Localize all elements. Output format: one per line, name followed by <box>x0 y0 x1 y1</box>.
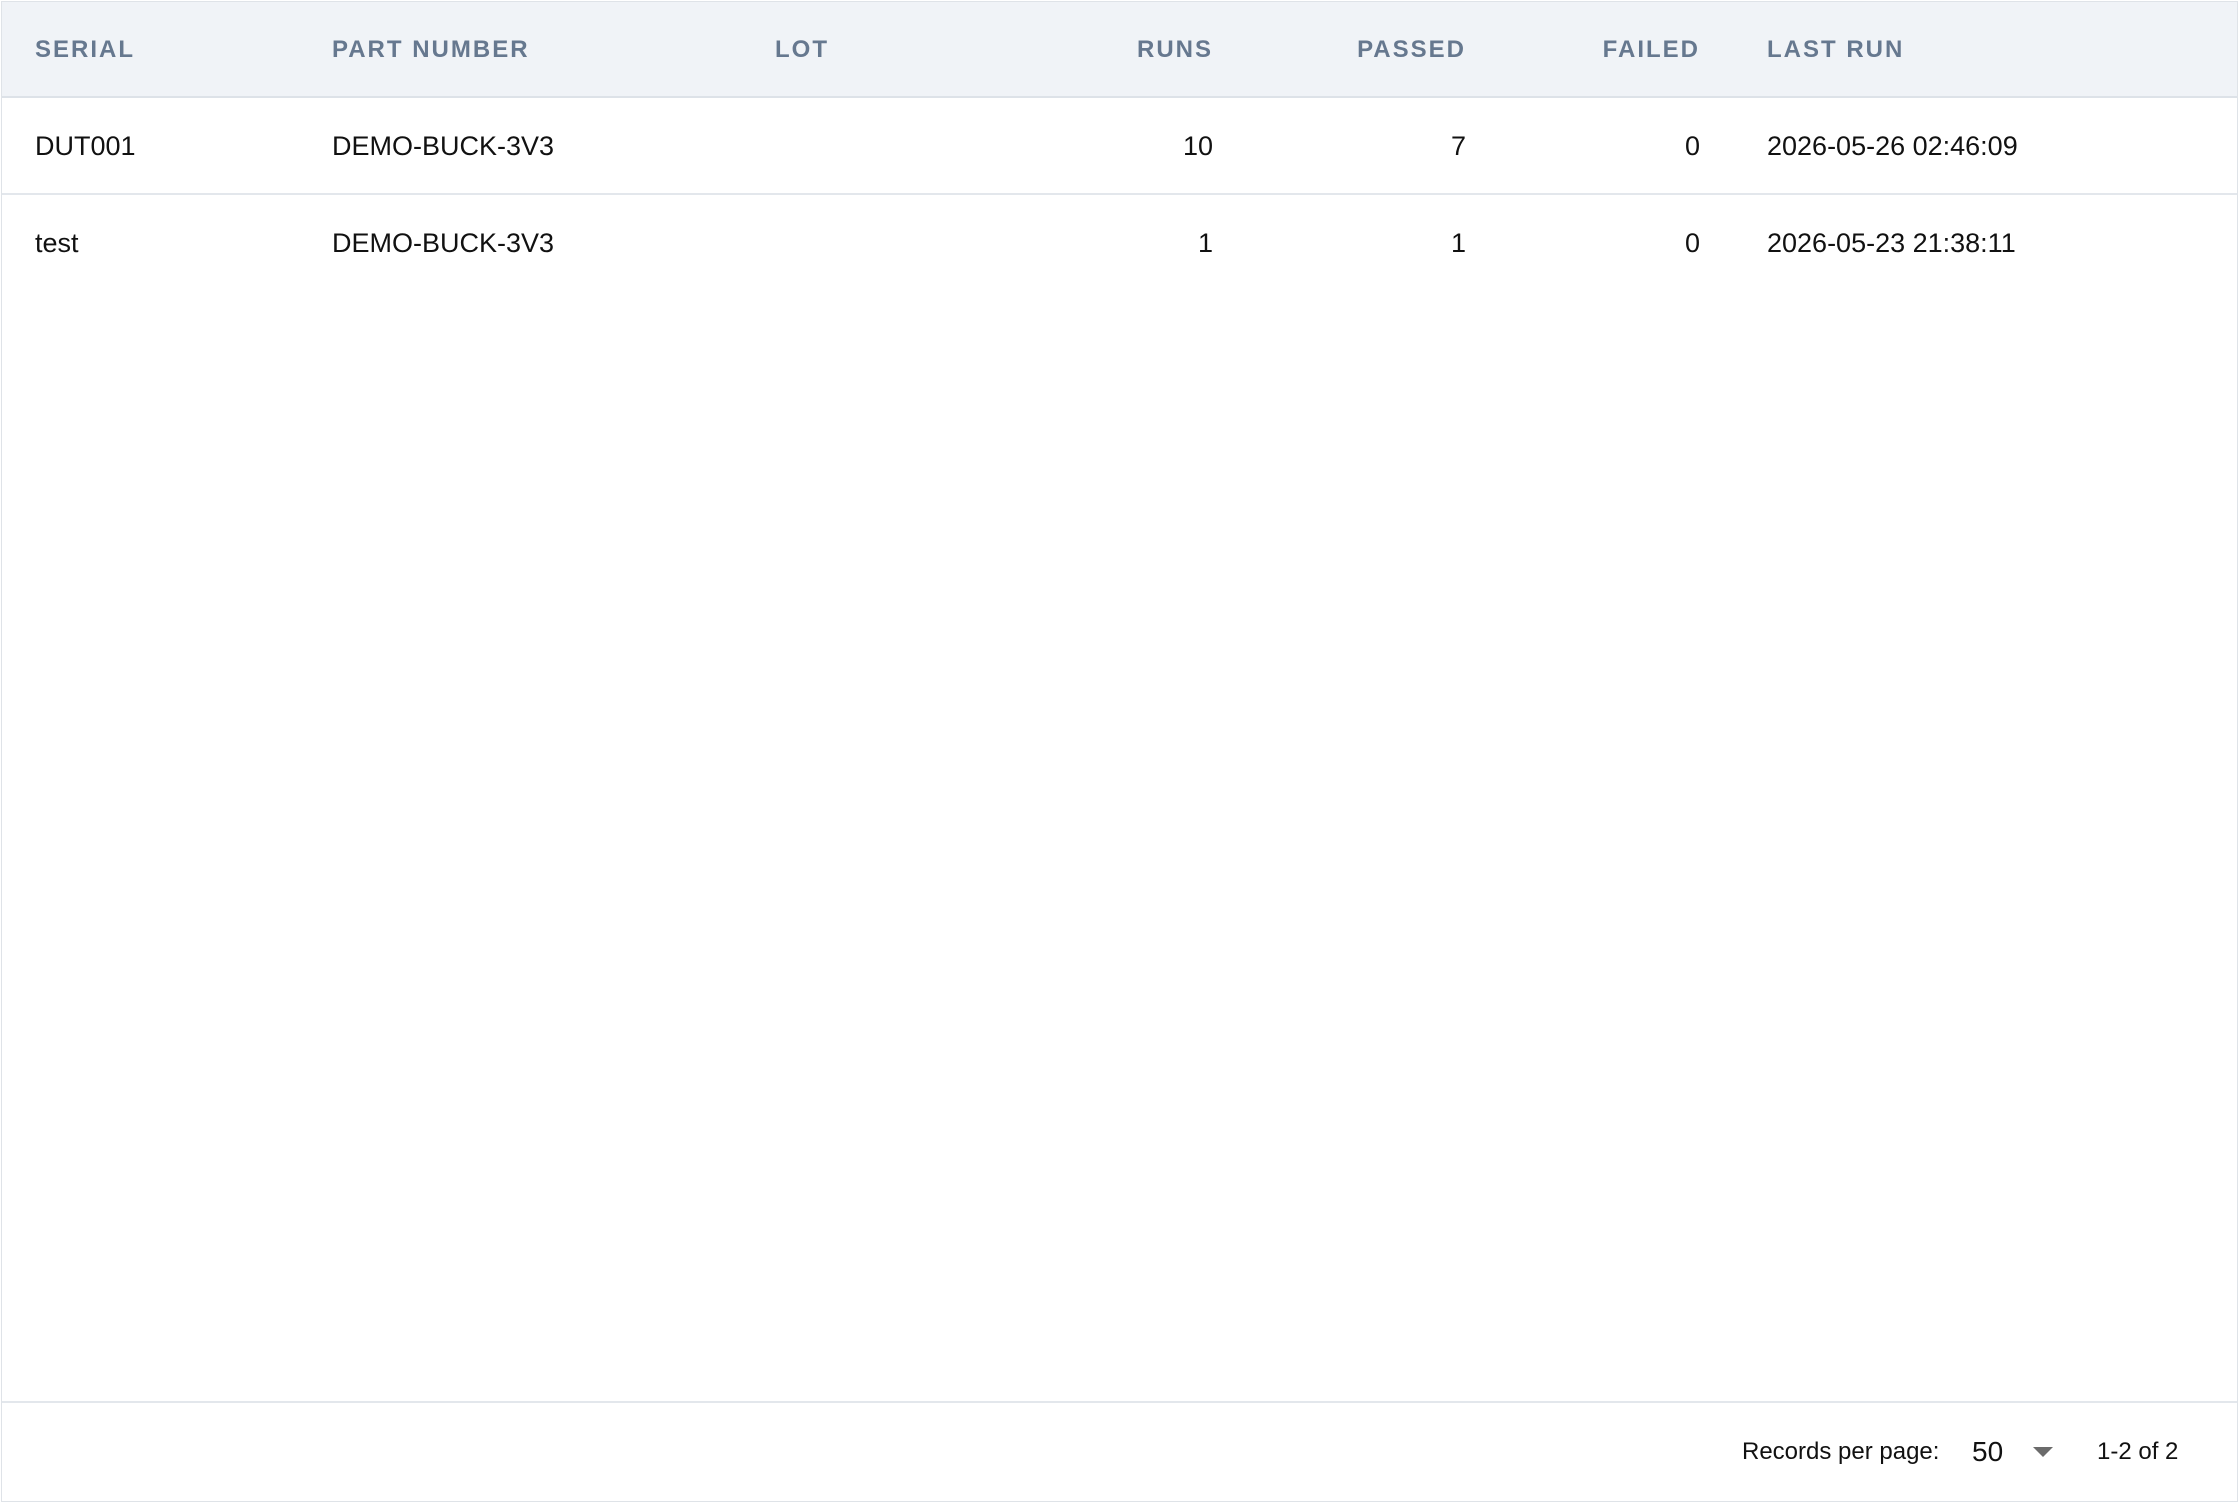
cell-serial: test <box>35 228 79 258</box>
records-per-page-value: 50 <box>1972 1436 2004 1467</box>
table-row[interactable]: DUT001 DEMO-BUCK-3V3 10 7 0 2026-05-26 0… <box>2 98 2237 195</box>
chevron-down-icon[interactable] <box>2033 1447 2053 1457</box>
column-header-serial[interactable]: SERIAL <box>35 2 135 98</box>
cell-part-number: DEMO-BUCK-3V3 <box>332 131 555 161</box>
table-footer: Records per page: 50 1-2 of 2 <box>2 1401 2237 1501</box>
cell-failed: 0 <box>1684 131 1700 161</box>
column-header-failed[interactable]: FAILED <box>1603 2 1700 98</box>
cell-passed: 1 <box>1450 228 1466 258</box>
cell-passed: 7 <box>1450 131 1466 161</box>
records-per-page-select[interactable]: 50 <box>1962 1427 2072 1477</box>
column-header-last-run[interactable]: LAST RUN <box>1767 2 1904 98</box>
table-row[interactable]: test DEMO-BUCK-3V3 1 1 0 2026-05-23 21:3… <box>2 195 2237 292</box>
table-header: SERIAL PART NUMBER LOT RUNS PASSED FAILE… <box>2 2 2237 98</box>
column-header-lot[interactable]: LOT <box>775 2 829 98</box>
cell-runs: 10 <box>1182 131 1213 161</box>
records-per-page-label: Records per page: <box>1742 1438 1940 1465</box>
column-header-part-number[interactable]: PART NUMBER <box>332 2 530 98</box>
cell-runs: 1 <box>1197 228 1213 258</box>
column-header-runs[interactable]: RUNS <box>1137 2 1213 98</box>
cell-serial: DUT001 <box>35 131 136 161</box>
cell-last-run: 2026-05-26 02:46:09 <box>1767 131 2018 161</box>
pagination-range: 1-2 of 2 <box>2097 1438 2179 1465</box>
cell-last-run: 2026-05-23 21:38:11 <box>1767 228 2016 258</box>
data-table: SERIAL PART NUMBER LOT RUNS PASSED FAILE… <box>1 1 2238 1502</box>
cell-failed: 0 <box>1684 228 1700 258</box>
column-header-passed[interactable]: PASSED <box>1357 2 1466 98</box>
cell-part-number: DEMO-BUCK-3V3 <box>332 228 555 258</box>
